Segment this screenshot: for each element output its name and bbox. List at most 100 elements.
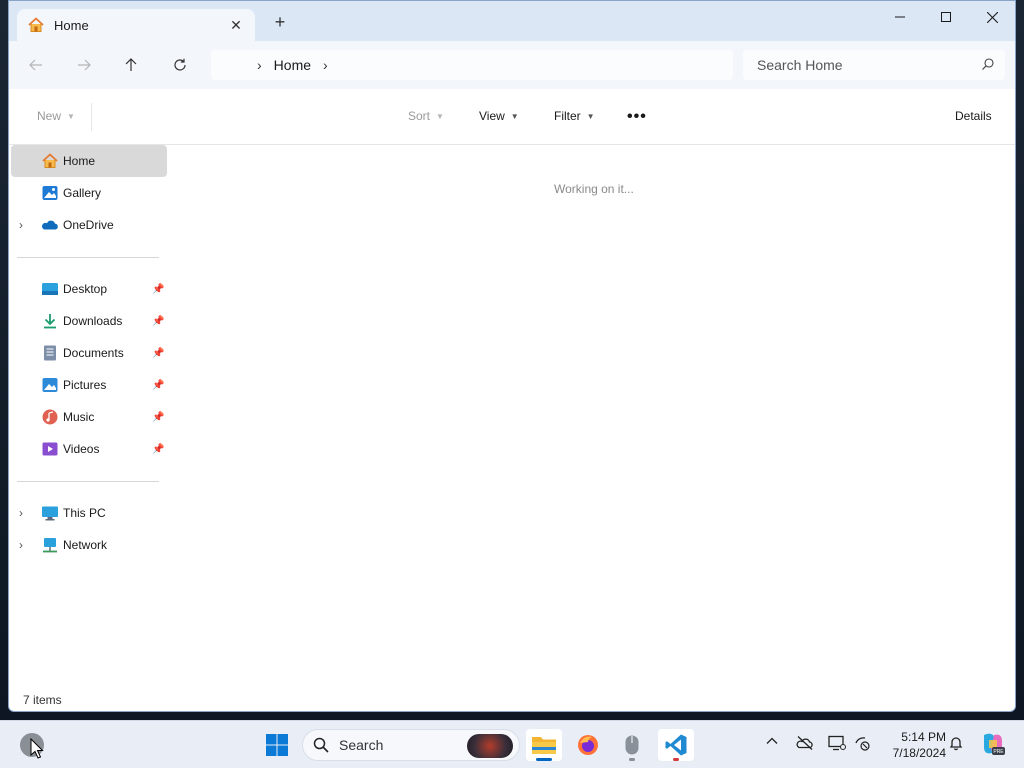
navigation-bar: › Home › bbox=[9, 41, 1015, 89]
back-button[interactable] bbox=[23, 53, 49, 77]
search-icon[interactable] bbox=[981, 57, 995, 74]
sidebar-item-downloads[interactable]: Downloads 📌 bbox=[9, 305, 169, 337]
sidebar-item-documents[interactable]: Documents 📌 bbox=[9, 337, 169, 369]
pin-icon: 📌 bbox=[152, 443, 165, 455]
new-label: New bbox=[37, 109, 62, 123]
tab-home[interactable]: Home ✕ bbox=[17, 9, 255, 41]
network-status-button[interactable] bbox=[854, 735, 870, 751]
sidebar-item-desktop[interactable]: Desktop 📌 bbox=[9, 273, 169, 305]
sidebar-item-videos[interactable]: Videos 📌 bbox=[9, 433, 169, 465]
pin-icon: 📌 bbox=[152, 283, 165, 295]
chevron-right-icon[interactable]: › bbox=[257, 57, 262, 73]
arrow-right-icon bbox=[78, 59, 91, 71]
clock-date: 7/18/2024 bbox=[892, 746, 946, 760]
new-tab-button[interactable]: + bbox=[271, 13, 289, 32]
chevron-right-icon[interactable]: › bbox=[19, 506, 23, 520]
taskbar-file-explorer[interactable] bbox=[526, 729, 562, 761]
chevron-down-icon: ▼ bbox=[586, 111, 595, 121]
maximize-button[interactable] bbox=[923, 1, 969, 33]
up-button[interactable] bbox=[118, 53, 144, 77]
view-button[interactable]: View ▼ bbox=[479, 109, 519, 123]
mouse-icon bbox=[625, 735, 639, 755]
navigation-pane: Home Gallery › OneDrive Desktop 📌 Downlo… bbox=[9, 145, 169, 685]
sidebar-item-label: Videos bbox=[63, 442, 100, 456]
sort-label: Sort bbox=[408, 109, 431, 123]
details-button[interactable]: Details bbox=[955, 109, 992, 123]
videos-icon bbox=[41, 440, 59, 458]
divider bbox=[17, 257, 159, 258]
display-status-button[interactable] bbox=[828, 735, 846, 751]
file-explorer-icon bbox=[532, 737, 556, 754]
filter-label: Filter bbox=[554, 109, 581, 123]
divider bbox=[17, 481, 159, 482]
chevron-right-icon[interactable]: › bbox=[19, 218, 23, 232]
minimize-button[interactable] bbox=[877, 1, 923, 33]
sidebar-item-pictures[interactable]: Pictures 📌 bbox=[9, 369, 169, 401]
forward-button[interactable] bbox=[71, 53, 97, 77]
taskbar-firefox[interactable] bbox=[570, 729, 606, 761]
close-window-button[interactable] bbox=[969, 1, 1015, 33]
copilot-icon: PRE bbox=[984, 733, 1005, 755]
search-icon bbox=[313, 737, 329, 753]
taskbar-search[interactable]: Search bbox=[302, 729, 520, 761]
show-hidden-icons-button[interactable] bbox=[766, 735, 778, 747]
sidebar-item-onedrive[interactable]: › OneDrive bbox=[9, 209, 169, 241]
filter-button[interactable]: Filter ▼ bbox=[554, 109, 595, 123]
monitor-icon bbox=[828, 735, 846, 751]
this-pc-icon bbox=[41, 504, 59, 522]
breadcrumb-home[interactable]: Home bbox=[274, 57, 311, 73]
taskbar-vscode[interactable] bbox=[658, 729, 694, 761]
chevron-right-icon[interactable]: › bbox=[323, 57, 328, 73]
view-label: View bbox=[479, 109, 505, 123]
sidebar-item-label: Desktop bbox=[63, 282, 108, 296]
windows-logo-icon bbox=[266, 734, 288, 756]
chevron-down-icon: ▼ bbox=[436, 111, 444, 121]
taskbar-mouse-app[interactable] bbox=[614, 729, 650, 761]
chevron-up-icon bbox=[766, 737, 778, 744]
no-internet-icon bbox=[855, 737, 870, 751]
running-indicator bbox=[629, 758, 635, 761]
chevron-right-icon[interactable]: › bbox=[19, 538, 23, 552]
sidebar-item-label: Downloads bbox=[63, 314, 123, 328]
close-icon bbox=[986, 11, 998, 23]
sidebar-item-gallery[interactable]: Gallery bbox=[9, 177, 169, 209]
pictures-icon bbox=[41, 376, 59, 394]
clock[interactable]: 5:14 PM 7/18/2024 bbox=[882, 729, 946, 761]
more-options-button[interactable]: ••• bbox=[627, 108, 647, 126]
address-bar[interactable]: › Home › bbox=[211, 50, 733, 80]
vscode-icon bbox=[665, 734, 687, 756]
search-input[interactable] bbox=[757, 57, 957, 73]
sort-button[interactable]: Sort ▼ bbox=[408, 109, 444, 123]
gallery-icon bbox=[41, 184, 59, 202]
pin-icon: 📌 bbox=[152, 315, 165, 327]
arrow-up-icon bbox=[125, 58, 137, 71]
firefox-icon bbox=[578, 735, 598, 755]
arrow-left-icon bbox=[29, 59, 42, 71]
sidebar-item-home[interactable]: Home bbox=[11, 145, 167, 177]
search-box[interactable] bbox=[743, 50, 1005, 80]
refresh-icon bbox=[174, 58, 186, 71]
svg-text:PRE: PRE bbox=[993, 749, 1004, 755]
new-button[interactable]: New ▼ bbox=[37, 109, 75, 123]
tab-label: Home bbox=[54, 17, 89, 33]
details-label: Details bbox=[955, 109, 992, 123]
onedrive-status-button[interactable] bbox=[796, 735, 814, 751]
search-highlight-image bbox=[467, 734, 513, 758]
sidebar-item-music[interactable]: Music 📌 bbox=[9, 401, 169, 433]
copilot-button[interactable]: PRE bbox=[980, 731, 1006, 757]
refresh-button[interactable] bbox=[167, 53, 193, 77]
sidebar-item-label: OneDrive bbox=[63, 218, 114, 232]
title-bar: Home ✕ + bbox=[9, 1, 1015, 41]
close-tab-button[interactable]: ✕ bbox=[227, 16, 245, 34]
sidebar-item-label: Home bbox=[63, 154, 96, 168]
pin-icon: 📌 bbox=[152, 347, 165, 359]
sidebar-item-this-pc[interactable]: › This PC bbox=[9, 497, 169, 529]
window-controls bbox=[877, 1, 1015, 33]
start-button[interactable] bbox=[259, 729, 295, 761]
network-icon bbox=[41, 536, 59, 554]
file-list-area[interactable]: Working on it... bbox=[169, 145, 1015, 685]
notifications-button[interactable] bbox=[948, 735, 964, 751]
mouse-cursor-icon bbox=[30, 738, 44, 759]
sidebar-item-network[interactable]: › Network bbox=[9, 529, 169, 561]
cloud-offline-icon bbox=[796, 736, 813, 750]
